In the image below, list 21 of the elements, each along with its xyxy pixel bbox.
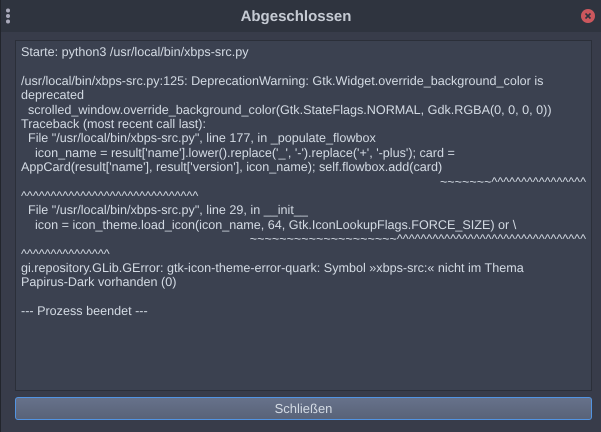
- log-line: ~~~~~~~^^^^^^^^^^^^^^^^: [438, 174, 586, 190]
- log-line: deprecated: [21, 88, 86, 103]
- log-line: Traceback (most recent call last):: [21, 117, 207, 132]
- log-line: Papirus-Dark vorhanden (0): [21, 275, 178, 290]
- log-line: File "/usr/local/bin/xbps-src.py", line 29, in __init__: [26, 203, 309, 218]
- log-line: AppCard(result['name'], result['version'], icon_name); self.flowbox.add(card): [21, 160, 444, 175]
- log-line: ~~~~~~~~~~~~~~~~~~~~^^^^^^^^^^^^^^^^^^^^^^^^^^^^^^^^: [248, 232, 586, 247]
- log-line: scrolled_window.override_background_color(Gtk.StateFlags.NORMAL, Gdk.RGBA(0, 0, 0, 0)): [26, 102, 553, 118]
- log-line: File "/usr/local/bin/xbps-src.py", line 177, in _populate_flowbox: [26, 131, 377, 146]
- close-button[interactable]: Schließen: [15, 397, 592, 420]
- log-line: --- Prozess beendet ---: [21, 304, 149, 319]
- log-line: gi.repository.GLib.GError: gtk-icon-theme-error-quark: Symbol »xbps-src:« nicht im Thema: [21, 261, 525, 276]
- log-line: /usr/local/bin/xbps-src.py:125: DeprecationWarning: Gtk.Widget.override_background_color is: [21, 74, 544, 88]
- log-line: Starte: python3 /usr/local/bin/xbps-src.py: [21, 45, 250, 60]
- log-line: icon_name = result['name'].lower().replace('_', '-').replace('+', '-plus'); card =: [34, 146, 456, 160]
- log-line: icon = icon_theme.load_icon(icon_name, 64, Gtk.IconLookupFlags.FORCE_SIZE) or \: [34, 218, 518, 232]
- log-line: ^^^^^^^^^^^^^^^: [21, 246, 111, 262]
- menu-icon[interactable]: [5, 8, 11, 24]
- close-icon[interactable]: [581, 9, 595, 23]
- window-title: Abgeschlossen: [240, 8, 352, 24]
- log-line: ^^^^^^^^^^^^^^^^^^^^^^^^^^^^^^: [21, 189, 200, 204]
